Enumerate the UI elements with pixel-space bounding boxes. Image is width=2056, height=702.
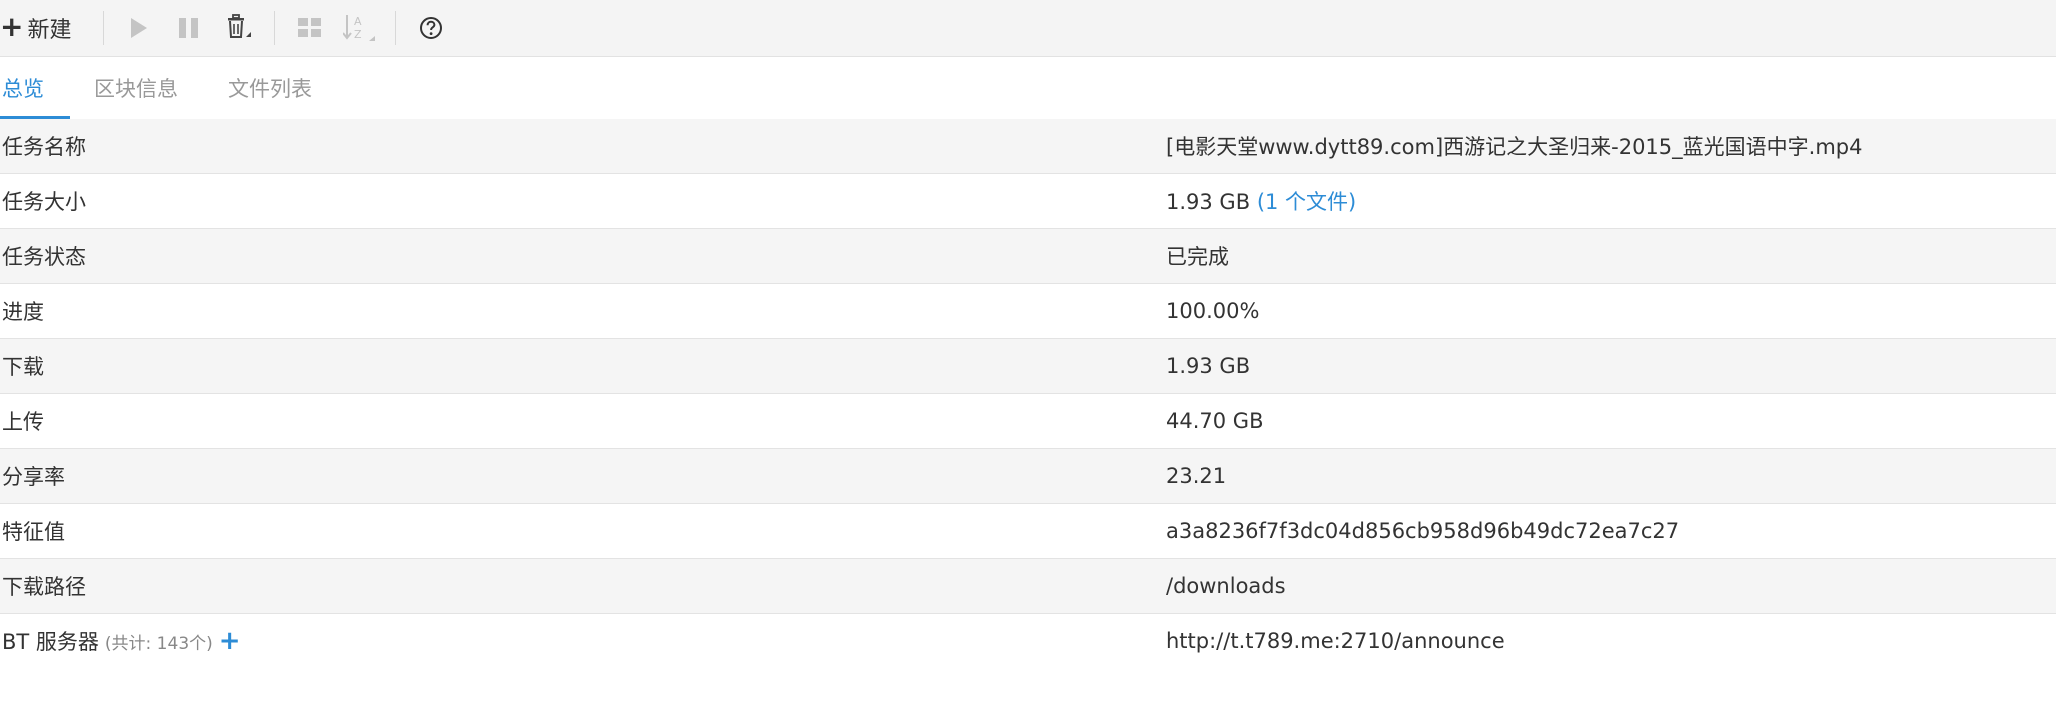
download-path-value: /downloads bbox=[1166, 574, 1286, 598]
upload-value: 44.70 GB bbox=[1166, 409, 1264, 433]
new-task-label: 新建 bbox=[27, 18, 72, 43]
row-download-path: 下载路径 /downloads bbox=[0, 559, 2056, 614]
tracker-count: (共计: 143个) bbox=[104, 633, 213, 654]
info-hash-label: 特征值 bbox=[2, 520, 65, 544]
task-status-label: 任务状态 bbox=[2, 245, 86, 269]
tracker-url-value: http://t.t789.me:2710/announce bbox=[1166, 629, 1505, 653]
task-size-value: 1.93 GB bbox=[1166, 190, 1251, 214]
toolbar: + 新建 A Z bbox=[0, 0, 2056, 57]
row-task-name: 任务名称 [电影天堂www.dytt89.com]西游记之大圣归来-2015_蓝… bbox=[0, 119, 2056, 174]
download-value: 1.93 GB bbox=[1166, 354, 1251, 378]
play-icon bbox=[131, 18, 148, 38]
pause-icon bbox=[179, 18, 199, 38]
svg-text:Z: Z bbox=[354, 28, 362, 41]
progress-label: 进度 bbox=[2, 300, 44, 324]
sort-button[interactable]: A Z bbox=[340, 8, 380, 48]
help-button[interactable] bbox=[411, 8, 451, 48]
task-status-value: 已完成 bbox=[1166, 245, 1229, 269]
info-hash-value: a3a8236f7f3dc04d856cb958d96b49dc72ea7c27 bbox=[1166, 519, 1680, 543]
task-name-value: [电影天堂www.dytt89.com]西游记之大圣归来-2015_蓝光国语中字… bbox=[1166, 135, 1863, 159]
share-ratio-value: 23.21 bbox=[1166, 464, 1227, 488]
sort-az-icon: A Z bbox=[343, 15, 376, 41]
task-name-label: 任务名称 bbox=[2, 135, 86, 159]
download-path-label: 下载路径 bbox=[2, 575, 86, 599]
task-detail-table: 任务名称 [电影天堂www.dytt89.com]西游记之大圣归来-2015_蓝… bbox=[0, 119, 2056, 668]
row-share-ratio: 分享率 23.21 bbox=[0, 449, 2056, 504]
new-task-button[interactable]: + 新建 bbox=[0, 8, 71, 48]
share-ratio-label: 分享率 bbox=[2, 465, 65, 489]
task-size-cell: 1.93 GB (1 个文件) bbox=[1166, 186, 2056, 216]
tab-blocks[interactable]: 区块信息 bbox=[94, 57, 182, 119]
toolbar-divider bbox=[395, 11, 397, 45]
grid-icon bbox=[298, 18, 322, 37]
bt-trackers-label: BT 服务器 bbox=[2, 630, 99, 654]
download-label: 下载 bbox=[2, 355, 44, 379]
file-count-link[interactable]: (1 个文件) bbox=[1257, 190, 1356, 214]
toolbar-divider bbox=[274, 11, 276, 45]
plus-icon: + bbox=[0, 10, 24, 43]
pause-button[interactable] bbox=[169, 8, 209, 48]
trash-icon bbox=[228, 14, 252, 38]
svg-text:A: A bbox=[354, 15, 362, 28]
start-button[interactable] bbox=[119, 8, 159, 48]
row-download: 下载 1.93 GB bbox=[0, 339, 2056, 394]
progress-value: 100.00% bbox=[1166, 299, 1260, 323]
row-info-hash: 特征值 a3a8236f7f3dc04d856cb958d96b49dc72ea… bbox=[0, 504, 2056, 559]
add-tracker-icon[interactable]: + bbox=[219, 628, 241, 654]
upload-label: 上传 bbox=[2, 410, 44, 434]
tab-overview[interactable]: 总览 bbox=[0, 57, 70, 119]
tab-files[interactable]: 文件列表 bbox=[228, 57, 316, 119]
row-task-size: 任务大小 1.93 GB (1 个文件) bbox=[0, 174, 2056, 229]
row-upload: 上传 44.70 GB bbox=[0, 394, 2056, 449]
row-task-status: 任务状态 已完成 bbox=[0, 229, 2056, 284]
row-progress: 进度 100.00% bbox=[0, 284, 2056, 339]
help-icon bbox=[420, 17, 443, 39]
row-bt-trackers: BT 服务器 (共计: 143个) + http://t.t789.me:271… bbox=[0, 614, 2056, 668]
select-all-button[interactable] bbox=[290, 8, 330, 48]
task-size-label: 任务大小 bbox=[2, 190, 86, 214]
toolbar-divider bbox=[103, 11, 105, 45]
detail-tabs: 总览 区块信息 文件列表 bbox=[0, 57, 2056, 119]
delete-button[interactable] bbox=[219, 8, 259, 48]
bt-trackers-label-cell: BT 服务器 (共计: 143个) + bbox=[0, 626, 1166, 656]
